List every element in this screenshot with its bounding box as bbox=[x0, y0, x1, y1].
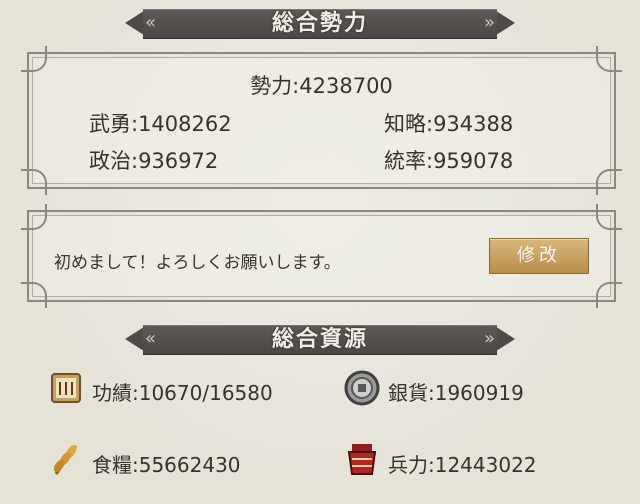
profile-message: 初めまして！よろしくお願いします。 bbox=[54, 253, 341, 273]
armor-icon bbox=[342, 438, 382, 478]
politics-stat: 政治:936972 bbox=[89, 149, 219, 173]
valor-stat: 武勇:1408262 bbox=[89, 112, 232, 136]
power-section-header: « » 総合勢力 bbox=[125, 6, 515, 40]
power-stats-panel: 勢力:4238700 武勇:1408262 知略:934388 政治:93697… bbox=[21, 46, 622, 195]
command-stat: 統率:959078 bbox=[384, 149, 514, 173]
troops-value: 兵力:12443022 bbox=[388, 453, 537, 477]
silver-coin-icon bbox=[342, 368, 382, 408]
merit-value: 功績:10670/16580 bbox=[92, 381, 273, 405]
player-power-panel: « » 総合勢力 勢力:4238700 武勇:1408262 知略:934388… bbox=[0, 0, 640, 504]
edit-message-button[interactable]: 修改 bbox=[489, 238, 589, 274]
total-power-value: 勢力:4238700 bbox=[250, 74, 393, 98]
scroll-icon bbox=[46, 368, 86, 408]
wheat-icon bbox=[46, 440, 86, 480]
power-section-title: 総合勢力 bbox=[271, 10, 368, 36]
silver-value: 銀貨:1960919 bbox=[388, 381, 524, 405]
profile-message-panel: 初めまして！よろしくお願いします。 修改 bbox=[21, 204, 622, 308]
resource-section-title: 総合資源 bbox=[271, 326, 368, 352]
wisdom-stat: 知略:934388 bbox=[384, 112, 514, 136]
resource-section-header: « » 総合資源 bbox=[125, 322, 515, 356]
food-value: 食糧:55662430 bbox=[92, 453, 241, 477]
